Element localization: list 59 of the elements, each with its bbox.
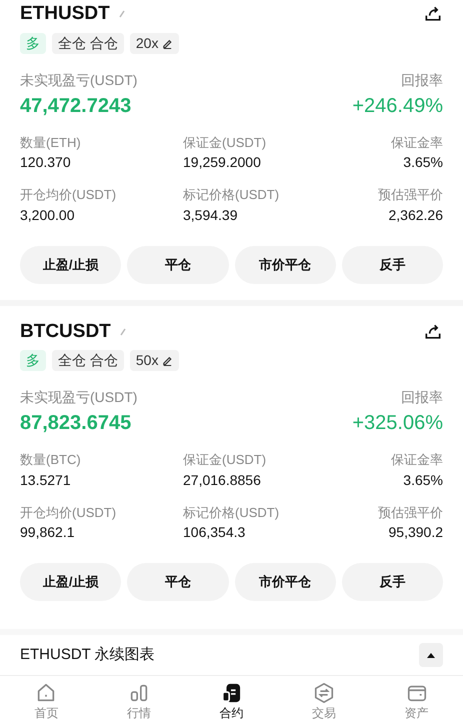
margin-mode-tag: 全仓 合仓 (52, 350, 124, 371)
metric-value: 3.65% (402, 470, 443, 490)
nav-tab[interactable]: 行情 (92, 676, 186, 726)
metric-value: 3,200.00 (20, 206, 76, 224)
metric-value: 106,354.3 (183, 523, 246, 542)
action-button[interactable]: 平仓 (127, 246, 228, 284)
metric-label: 开仓均价(USDT) (20, 504, 118, 522)
symbol-title: ETHUSDT (20, 2, 110, 26)
nav-tab[interactable]: 资产 (370, 676, 463, 726)
pnl-value: 47,472.7243 (20, 94, 132, 118)
action-button[interactable]: 止盈/止损 (20, 563, 122, 601)
nav-tab[interactable]: 合约 (185, 676, 278, 726)
action-button[interactable]: 止盈/止损 (20, 246, 122, 284)
metric-label: 数量(BTC) (20, 451, 82, 469)
action-button[interactable]: 市价平仓 (234, 563, 336, 601)
metric-value: 95,390.2 (388, 523, 443, 542)
exchange-icon (313, 682, 336, 704)
leverage-button[interactable]: 50x (130, 350, 180, 371)
metric-value: 13.5271 (20, 470, 72, 490)
metric-label: 预估强平价 (377, 186, 443, 204)
metric-value: 3,594.39 (183, 206, 238, 224)
metric-label: 保证金率 (390, 451, 443, 469)
pnl-label: 未实现盈亏(USDT) (20, 388, 138, 407)
pencil-icon (162, 355, 174, 366)
action-button[interactable]: 市价平仓 (234, 246, 336, 284)
metric-value: 3.65% (402, 153, 443, 172)
metric-label: 数量(ETH) (20, 134, 82, 152)
metric-value: 27,016.8856 (183, 470, 262, 490)
metric-value: 2,362.26 (388, 206, 443, 224)
metric-label: 标记价格(USDT) (183, 504, 280, 522)
collapse-button[interactable] (419, 643, 443, 667)
nav-tab[interactable]: 交易 (278, 676, 370, 726)
roe-label: 回报率 (401, 388, 443, 407)
leverage-button[interactable]: 20x (130, 32, 180, 54)
nav-tab[interactable]: 首页 (0, 676, 93, 726)
metric-value: 99,862.1 (20, 523, 76, 542)
metric-label: 标记价格(USDT) (183, 186, 280, 204)
pnl-label: 未实现盈亏(USDT) (20, 70, 138, 90)
metric-label: 保证金(USDT) (183, 134, 268, 152)
roe-label: 回报率 (401, 70, 443, 90)
side-tag: 多 (20, 32, 46, 54)
pencil-icon (162, 38, 174, 48)
action-button[interactable]: 反手 (342, 563, 443, 601)
caret-icon (427, 652, 435, 658)
metric-label: 保证金率 (390, 134, 443, 152)
symbol-title: BTCUSDT (20, 320, 111, 344)
margin-mode-tag: 全仓 合仓 (52, 32, 124, 54)
metric-value: 120.370 (20, 153, 72, 172)
chart-title: ETHUSDT 永续图表 (20, 644, 155, 665)
roe-value: +246.49% (352, 94, 443, 118)
metric-label: 预估强平价 (377, 504, 443, 522)
action-button[interactable]: 反手 (342, 246, 443, 284)
roe-value: +325.06% (352, 411, 443, 436)
side-tag: 多 (20, 350, 46, 371)
action-button[interactable]: 平仓 (127, 563, 228, 601)
metric-value: 19,259.2000 (183, 153, 262, 172)
pnl-value: 87,823.6745 (20, 411, 132, 436)
metric-label: 保证金(USDT) (183, 451, 268, 469)
metric-label: 开仓均价(USDT) (20, 186, 118, 204)
